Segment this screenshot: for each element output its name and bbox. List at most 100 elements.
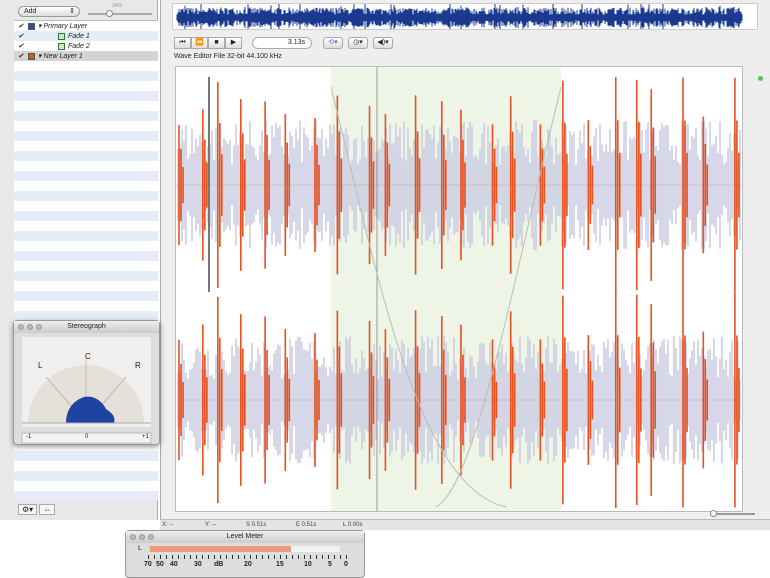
meter-tick-label: 0 [344,561,348,568]
transient-spike [587,120,594,250]
transient-spike [240,99,246,271]
minimize-icon[interactable] [139,534,145,540]
metronome-button[interactable]: ◷▾ [348,37,368,49]
transport-button[interactable]: ⏪ [191,37,208,49]
meter-tick [262,555,263,559]
transient-spike [202,324,208,476]
zoom-slider[interactable] [710,510,755,517]
channel-label: L [138,545,142,552]
volume-button[interactable]: ◀)▾ [373,37,393,49]
meter-tick [274,555,275,559]
disclosure-triangle-icon[interactable]: ▾ [38,22,42,30]
layer-name: Fade 2 [68,42,90,50]
transient-spike [682,77,688,293]
disclosure-triangle-icon[interactable]: ▾ [38,52,42,60]
visibility-checkbox[interactable]: ✔ [18,33,25,40]
transient-spike [614,292,621,508]
transient-spike [240,314,246,486]
zoom-icon[interactable] [148,534,154,540]
meter-tick [304,555,305,559]
link-icon[interactable]: ⇔ [39,504,56,515]
meter-tick [268,555,269,559]
meter-tick [154,555,155,559]
layer-row[interactable]: ✔ ▾ Primary Layer [14,21,158,31]
layer-row[interactable]: ✔ Fade 2 [14,41,158,51]
transient-spike [734,77,740,293]
transient-spike [636,294,642,506]
visibility-checkbox[interactable]: ✔ [18,43,25,50]
transient-spike [284,114,291,256]
gear-icon[interactable]: ⚙▾ [18,504,38,515]
start-readout: S 0.51s [246,522,267,528]
transport-button[interactable]: ⏮ [174,37,191,49]
layer-color-swatch[interactable] [28,52,35,60]
meter-tick [214,555,215,559]
meter-tick [166,555,167,559]
visibility-checkbox[interactable]: ✔ [18,23,25,30]
transport-button[interactable]: ■ [208,37,225,49]
opacity-slider[interactable] [88,10,152,17]
layer-row[interactable]: ✔ ▾ New Layer 1 [14,51,158,61]
transient-spike [217,296,223,504]
length-readout: L 0.00s [343,522,363,528]
meter-tick [316,555,317,559]
meter-tick [298,555,299,559]
overview-waveform[interactable] [172,3,758,30]
end-readout: E 0.51s [296,522,317,528]
file-info: Wave Editor File 32-bit 44.100 kHz [174,53,282,60]
stereograph-panel: Stereograph L C R -1 0 +1 [13,320,160,445]
status-led-icon [758,76,763,81]
waveform-editor[interactable] [175,66,743,512]
transient-spike [650,89,657,281]
transient-spike [264,101,270,269]
meter-tick [334,555,335,559]
label-c: C [85,352,91,361]
layer-actions: ⚙▾ ⇔ [18,504,56,515]
meter-tick-label: dB [214,561,224,568]
meter-tick-label: 50 [156,561,164,568]
transient-spike [614,77,621,293]
minimize-icon[interactable] [27,324,33,330]
layer-name: Primary Layer [43,22,88,30]
layer-row[interactable]: ✔ Fade 1 [14,31,158,41]
meter-tick-label: 30 [194,561,202,568]
layer-name: New Layer 1 [43,52,83,60]
opacity-label: 34% [112,3,123,9]
meter-tick-label: 5 [328,561,332,568]
loop-button[interactable]: ⟲▾ [323,37,343,49]
transient-spike [562,295,568,505]
meter-tick [322,555,323,559]
meter-tick [328,555,329,559]
meter-tick [178,555,179,559]
zoom-icon[interactable] [36,324,42,330]
meter-tick [286,555,287,559]
close-icon[interactable] [18,324,24,330]
meter-tick-label: 70 [144,561,152,568]
meter-tick [196,555,197,559]
visibility-checkbox[interactable]: ✔ [18,53,25,60]
add-dropdown[interactable]: Add ⇕ [18,6,80,17]
meter-tick [220,555,221,559]
stereograph-display [21,337,152,444]
transport-button[interactable]: ▶ [225,37,242,49]
transient-spike [562,80,568,290]
y-readout: Y: -- [205,522,217,528]
meter-tick-label: 15 [276,561,284,568]
meter-tick [172,555,173,559]
status-bar: X: -- Y: -- S 0.51s E 0.51s L 0.00s [160,519,770,530]
transient-spike [702,331,709,469]
time-display: 3.13s [252,37,312,49]
transport-controls: ⏮ ⏪ ■ ▶ [174,36,244,50]
meter-tick [148,555,149,559]
meter-tick [160,555,161,559]
transient-spike [264,316,270,484]
level-meter-title: Level Meter [126,531,364,543]
close-icon[interactable] [130,534,136,540]
meter-scale: 70 50 40 30 dB 20 15 10 5 0 [144,555,348,575]
transient-spike [202,109,208,261]
level-meter-panel: Level Meter L 70 50 40 30 dB 20 15 10 5 0 [125,530,365,578]
meter-tick [202,555,203,559]
scale-max: +1 [142,434,149,440]
meter-tick [310,555,311,559]
layer-color-swatch[interactable] [28,22,35,30]
